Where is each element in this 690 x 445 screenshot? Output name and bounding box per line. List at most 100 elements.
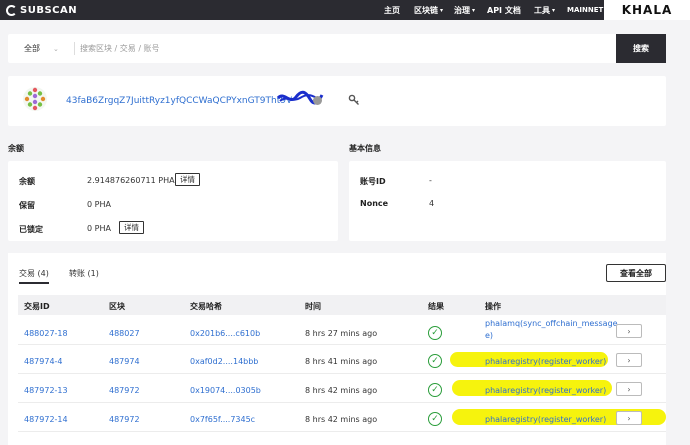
column-header-result: 结果 — [428, 302, 444, 311]
time-text: 8 hrs 27 mins ago — [305, 329, 378, 338]
nav-api-docs-label: API 文档 — [487, 5, 521, 15]
block-link[interactable]: 487972 — [109, 415, 140, 424]
action-link[interactable]: phalaregistry(register_worker) — [485, 357, 606, 366]
search-placeholder: 搜索区块 / 交易 / 账号 — [80, 44, 160, 53]
tab-extrinsics-label: 交易 (4) — [19, 269, 49, 278]
block-link[interactable]: 487972 — [109, 386, 140, 395]
column-header-hash: 交易哈希 — [190, 302, 222, 311]
action-link[interactable]: phalamq(sync_offchain_message — [485, 319, 618, 328]
table-row: 488027-18 488027 0x201b6....c610b 8 hrs … — [18, 317, 666, 345]
nav-api-docs[interactable]: API 文档 — [487, 0, 521, 20]
chevron-down-icon: ⌄ — [53, 44, 59, 53]
nav-home[interactable]: 主页 — [384, 0, 400, 20]
view-all-label: 查看全部 — [620, 268, 652, 278]
subscan-logo[interactable]: SUBSCAN — [6, 3, 77, 17]
nav-blockchain[interactable]: 区块链 ▾ — [414, 0, 443, 20]
column-header-id: 交易ID — [24, 302, 50, 311]
locked-detail-button[interactable]: 详情 — [119, 221, 144, 234]
nav-home-label: 主页 — [384, 5, 400, 15]
extrinsic-id-link[interactable]: 488027-18 — [24, 329, 68, 338]
locked-label: 已锁定 — [19, 225, 43, 234]
block-link[interactable]: 487974 — [109, 357, 140, 366]
row-detail-button[interactable]: › — [616, 382, 642, 396]
nav-blockchain-label: 区块链 — [414, 5, 438, 15]
column-header-block: 区块 — [109, 302, 125, 311]
identicon-avatar — [23, 87, 47, 111]
nav-tools-label: 工具 — [534, 5, 550, 15]
hash-link[interactable]: 0x7f65f....7345c — [190, 415, 255, 424]
search-filter-select[interactable]: 全部 ⌄ — [8, 34, 72, 63]
balance-section-title: 余额 — [8, 144, 24, 153]
action-link[interactable]: phalaregistry(register_worker) — [485, 415, 606, 424]
chevron-down-icon: ▾ — [472, 6, 476, 14]
chevron-down-icon: ▾ — [552, 6, 556, 14]
logo-text: SUBSCAN — [20, 4, 78, 16]
search-input[interactable]: 搜索区块 / 交易 / 账号 — [80, 34, 620, 63]
balance-detail-button[interactable]: 详情 — [175, 173, 200, 186]
account-card: 43faB6ZrgqZ7JuittRyz1yfQCCWaQCPYxnGT9Tht… — [8, 76, 666, 126]
nonce-label: Nonce — [360, 199, 389, 208]
hash-link[interactable]: 0xaf0d2....14bbb — [190, 357, 258, 366]
table-row: 487972-13 487972 0x19074....0305b 8 hrs … — [18, 375, 666, 403]
table-row: 487974-4 487974 0xaf0d2....14bbb 8 hrs 4… — [18, 346, 666, 374]
nonce-value: 4 — [429, 199, 435, 208]
nav-governance[interactable]: 治理 ▾ — [454, 0, 475, 20]
search-filter-value: 全部 — [24, 44, 40, 53]
action-link-continued[interactable]: e) — [485, 331, 493, 340]
active-tab-indicator — [19, 282, 49, 284]
view-all-button[interactable]: 查看全部 — [606, 264, 666, 282]
nav-mainnet[interactable]: MAINNET — [567, 0, 603, 20]
table-row: 487972-14 487972 0x7f65f....7345c 8 hrs … — [18, 404, 666, 432]
extrinsic-id-link[interactable]: 487972-13 — [24, 386, 68, 395]
tab-transfers-label: 转账 (1) — [69, 269, 99, 278]
success-check-icon: ✓ — [428, 326, 442, 340]
time-text: 8 hrs 42 mins ago — [305, 386, 378, 395]
time-text: 8 hrs 41 mins ago — [305, 357, 378, 366]
account-id-label: 账号ID — [360, 177, 386, 186]
network-logo[interactable]: KHALA — [604, 0, 690, 20]
balance-label: 余额 — [19, 177, 35, 186]
nav-tools[interactable]: 工具 ▾ — [534, 0, 555, 20]
divider — [74, 42, 75, 55]
hash-link[interactable]: 0x201b6....c610b — [190, 329, 260, 338]
hash-link[interactable]: 0x19074....0305b — [190, 386, 261, 395]
extrinsic-id-link[interactable]: 487972-14 — [24, 415, 68, 424]
chevron-down-icon: ▾ — [440, 6, 444, 14]
network-name: KHALA — [621, 3, 673, 17]
reserved-value: 0 PHA — [87, 200, 111, 209]
transactions-card: 交易 (4) 转账 (1) 查看全部 交易ID 区块 交易哈希 时间 结果 操作… — [8, 253, 666, 445]
search-button[interactable]: 搜索 — [616, 34, 666, 63]
success-check-icon: ✓ — [428, 383, 442, 397]
locked-value: 0 PHA — [87, 224, 111, 233]
nav-mainnet-label: MAINNET — [567, 6, 604, 14]
time-text: 8 hrs 42 mins ago — [305, 415, 378, 424]
detail-button-label: 详情 — [124, 223, 139, 232]
balance-value: 2.914876260711 PHA — [87, 176, 175, 185]
extrinsic-id-link[interactable]: 487974-4 — [24, 357, 63, 366]
reserved-label: 保留 — [19, 201, 35, 210]
search-bar: 全部 ⌄ 搜索区块 / 交易 / 账号 搜索 — [8, 34, 666, 63]
account-id-value: - — [429, 176, 432, 185]
success-check-icon: ✓ — [428, 354, 442, 368]
detail-button-label: 详情 — [180, 175, 195, 184]
table-header: 交易ID 区块 交易哈希 时间 结果 操作 — [18, 295, 666, 315]
row-detail-button[interactable]: › — [616, 411, 642, 425]
subscan-logo-icon — [6, 4, 17, 16]
block-link[interactable]: 488027 — [109, 329, 140, 338]
balance-card: 余额 2.914876260711 PHA 详情 保留 0 PHA 已锁定 0 … — [8, 161, 338, 241]
success-check-icon: ✓ — [428, 412, 442, 426]
tab-transfers[interactable]: 转账 (1) — [69, 268, 99, 279]
tab-extrinsics[interactable]: 交易 (4) — [19, 268, 49, 279]
row-detail-button[interactable]: › — [616, 353, 642, 367]
account-address[interactable]: 43faB6ZrgqZ7JuittRyz1yfQCCWaQCPYxnGT9Tht… — [66, 96, 292, 106]
nav-governance-label: 治理 — [454, 5, 470, 15]
basic-info-section-title: 基本信息 — [349, 144, 381, 153]
row-detail-button[interactable]: › — [616, 324, 642, 338]
action-link[interactable]: phalaregistry(register_worker) — [485, 386, 606, 395]
copy-icon[interactable] — [313, 96, 322, 105]
column-header-action: 操作 — [485, 302, 501, 311]
column-header-time: 时间 — [305, 302, 321, 311]
basic-info-card: 账号ID - Nonce 4 — [349, 161, 666, 241]
key-icon[interactable] — [348, 94, 360, 106]
search-button-label: 搜索 — [633, 44, 649, 53]
